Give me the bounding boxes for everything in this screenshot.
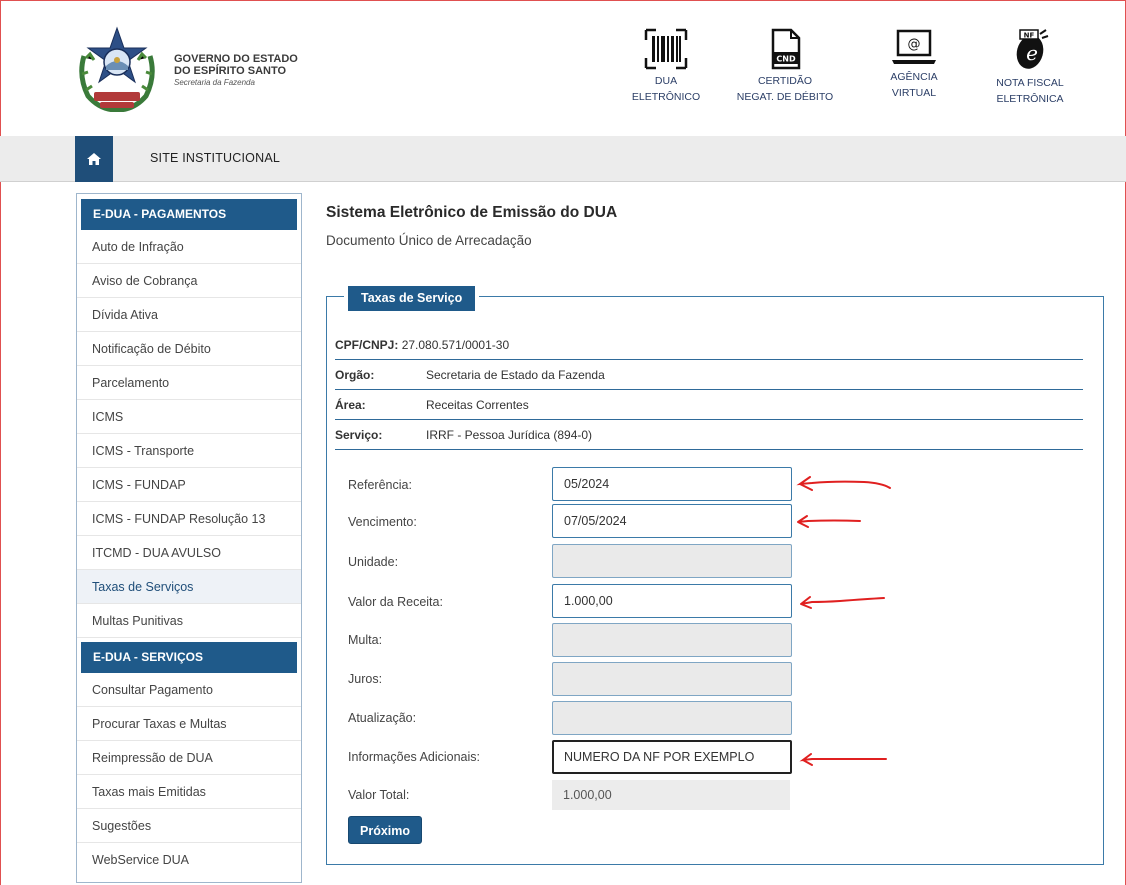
sidebar-item-divida-ativa[interactable]: Dívida Ativa <box>77 298 301 332</box>
sidebar-item-itcmd[interactable]: ITCMD - DUA AVULSO <box>77 536 301 570</box>
barcode-icon <box>644 28 688 70</box>
header-link-certidao-line1: CERTIDÃO <box>757 75 813 87</box>
vencimento-label: Vencimento: <box>348 515 417 529</box>
header-link-certidao[interactable]: CND CERTIDÃO NEGAT. DE DÉBITO <box>728 28 842 105</box>
info-row-servico: Serviço: IRRF - Pessoa Jurídica (894-0) <box>335 420 1083 450</box>
header-link-dua[interactable]: DUA ELETRÔNICO <box>626 28 706 105</box>
orgao-value: Secretaria de Estado da Fazenda <box>426 368 605 382</box>
multa-label: Multa: <box>348 633 383 647</box>
annotation-arrow-info <box>799 753 887 766</box>
sidebar-item-webservice[interactable]: WebService DUA <box>77 843 301 877</box>
sidebar-item-sugestoes[interactable]: Sugestões <box>77 809 301 843</box>
header-link-agencia[interactable]: @ AGÊNCIA VIRTUAL <box>866 28 962 101</box>
atualizacao-input <box>552 701 792 735</box>
navbar: SITE INSTITUCIONAL <box>0 136 1126 182</box>
sidebar-item-parcelamento[interactable]: Parcelamento <box>77 366 301 400</box>
info-row-orgao: Orgão: Secretaria de Estado da Fazenda <box>335 360 1083 390</box>
laptop-at-icon: @ <box>892 29 936 64</box>
sidebar-item-procurar-taxas[interactable]: Procurar Taxas e Multas <box>77 707 301 741</box>
brand-line3: Secretaria da Fazenda <box>174 78 255 87</box>
svg-text:CND: CND <box>776 55 796 64</box>
header-link-nfe[interactable]: e NF NOTA FISCAL ELETRÔNICA <box>982 28 1078 107</box>
header-link-dua-line2: ELETRÔNICO <box>631 91 701 103</box>
atualizacao-label: Atualização: <box>348 711 417 725</box>
page-subtitle: Documento Único de Arrecadação <box>326 233 532 248</box>
valor-total-value: 1.000,00 <box>552 780 790 810</box>
valor-receita-input[interactable]: 1.000,00 <box>552 584 792 618</box>
fieldset-legend: Taxas de Serviço <box>343 282 480 315</box>
home-icon <box>87 153 101 165</box>
valor-total-label: Valor Total: <box>348 788 410 802</box>
unidade-label: Unidade: <box>348 555 399 569</box>
annotation-arrow-vencimento <box>797 515 861 528</box>
juros-input <box>552 662 792 696</box>
servico-label: Serviço: <box>335 428 383 442</box>
header-link-certidao-line2: NEGAT. DE DÉBITO <box>736 91 834 103</box>
header-link-nfe-line1: NOTA FISCAL <box>996 77 1064 89</box>
brand-line2: DO ESPÍRITO SANTO <box>174 65 287 77</box>
sidebar-item-multas-punitivas[interactable]: Multas Punitivas <box>77 604 301 638</box>
sidebar-item-taxas-servicos[interactable]: Taxas de Serviços <box>77 570 301 604</box>
cpf-label: CPF/CNPJ: <box>335 338 399 352</box>
unidade-input <box>552 544 792 578</box>
info-adicionais-label: Informações Adicionais: <box>348 750 481 764</box>
sidebar-item-aviso-cobranca[interactable]: Aviso de Cobrança <box>77 264 301 298</box>
next-button[interactable]: Próximo <box>348 816 423 844</box>
servico-value: IRRF - Pessoa Jurídica (894-0) <box>426 428 593 442</box>
sidebar-item-reimpressao[interactable]: Reimpressão de DUA <box>77 741 301 775</box>
site-header: GOVERNO DO ESTADO DO ESPÍRITO SANTO Secr… <box>0 0 1126 136</box>
sidebar-item-icms-transporte[interactable]: ICMS - Transporte <box>77 434 301 468</box>
juros-label: Juros: <box>348 672 383 686</box>
header-link-agencia-line2: VIRTUAL <box>891 87 937 99</box>
sidebar-section-servicos: E-DUA - SERVIÇOS <box>81 642 297 673</box>
header-link-nfe-line2: ELETRÔNICA <box>996 93 1064 105</box>
area-label: Área: <box>335 398 366 412</box>
brand-text[interactable]: GOVERNO DO ESTADO DO ESPÍRITO SANTO Secr… <box>174 53 298 88</box>
brand-line1: GOVERNO DO ESTADO <box>174 53 298 65</box>
sidebar-section-pagamentos: E-DUA - PAGAMENTOS <box>81 199 297 230</box>
area-value: Receitas Correntes <box>426 398 529 412</box>
sidebar-item-notificacao-debito[interactable]: Notificação de Débito <box>77 332 301 366</box>
sidebar-item-consultar-pagamento[interactable]: Consultar Pagamento <box>77 673 301 707</box>
nfe-icon: e NF <box>1016 29 1049 69</box>
vencimento-input[interactable]: 07/05/2024 <box>552 504 792 538</box>
home-button[interactable] <box>75 136 113 182</box>
sidebar: E-DUA - PAGAMENTOS Auto de Infração Avis… <box>76 193 302 883</box>
svg-text:@: @ <box>908 37 921 52</box>
svg-text:e: e <box>1026 41 1038 65</box>
sidebar-item-icms-fundap-13[interactable]: ICMS - FUNDAP Resolução 13 <box>77 502 301 536</box>
sidebar-item-icms[interactable]: ICMS <box>77 400 301 434</box>
coat-of-arms-logo[interactable] <box>76 26 158 112</box>
nav-site-institucional[interactable]: SITE INSTITUCIONAL <box>150 151 280 165</box>
annotation-arrow-referencia <box>796 476 891 491</box>
sidebar-item-auto-infracao[interactable]: Auto de Infração <box>77 230 301 264</box>
cnd-document-icon: CND <box>771 28 801 70</box>
info-row-cpf: CPF/CNPJ: 27.080.571/0001-30 <box>335 330 1083 360</box>
header-link-agencia-line1: AGÊNCIA <box>890 71 938 83</box>
sidebar-item-icms-fundap[interactable]: ICMS - FUNDAP <box>77 468 301 502</box>
referencia-label: Referência: <box>348 478 412 492</box>
info-adicionais-input[interactable]: NUMERO DA NF POR EXEMPLO <box>552 740 792 774</box>
orgao-label: Orgão: <box>335 368 375 382</box>
header-link-dua-line1: DUA <box>654 75 678 87</box>
annotation-arrow-valor <box>800 596 885 609</box>
referencia-input[interactable]: 05/2024 <box>552 467 792 501</box>
cpf-value: 27.080.571/0001-30 <box>401 338 510 352</box>
valor-receita-label: Valor da Receita: <box>348 595 443 609</box>
sidebar-item-taxas-emitidas[interactable]: Taxas mais Emitidas <box>77 775 301 809</box>
page-title: Sistema Eletrônico de Emissão do DUA <box>326 204 618 221</box>
multa-input <box>552 623 792 657</box>
svg-text:NF: NF <box>1024 32 1035 40</box>
info-row-area: Área: Receitas Correntes <box>335 390 1083 420</box>
